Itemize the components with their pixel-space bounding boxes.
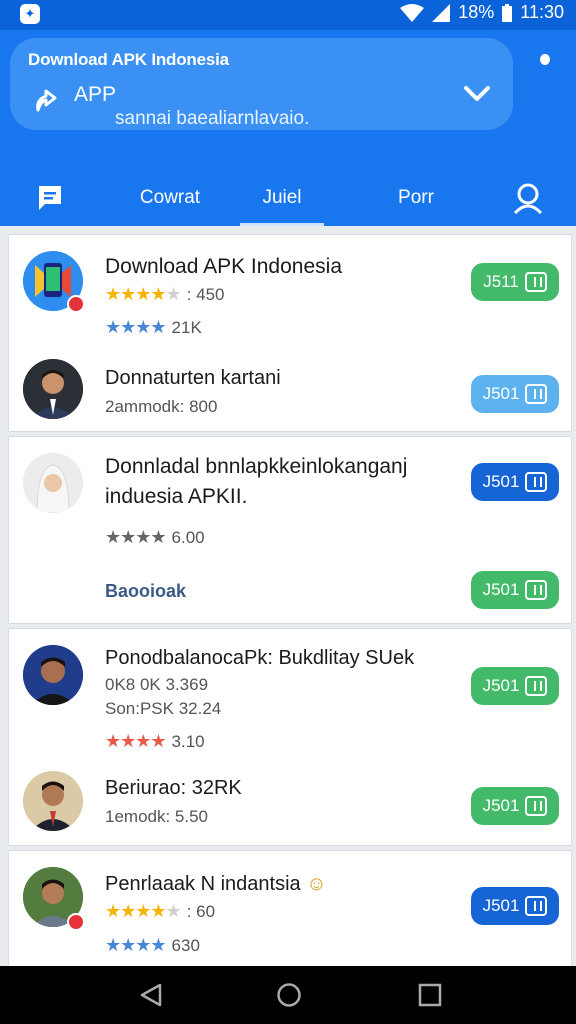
overflow-menu-icon[interactable] [540, 54, 550, 65]
app-card: Download APK Indonesia ★★★★★: 450 ★★★★ 21… [8, 234, 572, 432]
install-button[interactable]: J501 [471, 463, 559, 501]
header-subtitle: sannai baealiarnlavaio. [115, 108, 310, 129]
item-meta: Son:PSK 32.24 [105, 699, 222, 718]
item-name: Penrlaaak N indantsia ☺ [105, 873, 327, 895]
tab-label: Cowrat [139, 187, 201, 208]
back-icon[interactable] [138, 982, 164, 1008]
app-card[interactable]: Penrlaaak N indantsia ☺ ★★★★★: 60 ★★★★ 63… [8, 850, 572, 970]
avatar [23, 359, 83, 419]
item-meta: 0K8 0K 3.369 [105, 675, 209, 694]
install-button[interactable]: J501 [471, 787, 559, 825]
avatar [23, 771, 83, 831]
item-name: Donnaturten kartani [105, 367, 281, 389]
app-card[interactable]: Donnladal bnnlapkkeinlokanganj induesia … [8, 436, 572, 624]
rating-stars: ★★★★★: 450 [105, 284, 225, 304]
avatar [23, 645, 83, 705]
clock: 11:30 [520, 2, 564, 22]
status-icons: 18% 11:30 [400, 2, 564, 23]
install-button[interactable]: J501 [471, 667, 559, 705]
verified-badge-icon [67, 295, 85, 313]
list-item[interactable]: Beriurao: 32RK 1emodk: 5.50 J501 [9, 761, 573, 847]
tab-label: Porr [398, 187, 434, 208]
tab-porr[interactable]: Porr [380, 170, 452, 226]
chat-icon [39, 186, 61, 210]
install-icon [525, 796, 548, 816]
item-name: Beriurao: 32RK [105, 777, 242, 799]
app-card: PonodbalanocaPk: Bukdlitay SUek 0K8 0K 3… [8, 628, 572, 846]
item-name: PonodbalanocaPk: Bukdlitay SUek [105, 647, 415, 669]
wifi-icon [400, 3, 425, 22]
button-label: J501 [482, 472, 520, 491]
search-icon [513, 183, 543, 215]
share-icon[interactable] [32, 88, 60, 116]
item-name: Donnladal bnnlapkkeinlokanganj [105, 455, 408, 478]
install-icon [525, 472, 548, 492]
chevron-down-icon[interactable] [463, 84, 491, 104]
tab-cowrat[interactable]: Cowrat [120, 170, 220, 226]
rating-stars: ★★★★ 3.10 [105, 731, 205, 751]
rating-stars: ★★★★ 630 [105, 935, 200, 955]
button-label: J501 [482, 384, 520, 403]
rating-stars: ★★★★ 6.00 [105, 527, 205, 547]
header-title: APP [74, 83, 117, 106]
app-notification-icon: ✦ [20, 4, 40, 24]
button-label: J501 [482, 676, 520, 695]
install-icon [525, 676, 548, 696]
list-item[interactable]: PonodbalanocaPk: Bukdlitay SUek 0K8 0K 3… [9, 629, 573, 761]
item-meta: 1emodk: 5.50 [105, 807, 209, 826]
header-card[interactable]: Download APK Indonesia APP sannai baeali… [10, 38, 513, 130]
status-bar: ✦ 18% 11:30 [0, 0, 576, 30]
install-icon [525, 384, 548, 404]
list-item[interactable]: Download APK Indonesia ★★★★★: 450 ★★★★ 21… [9, 235, 573, 347]
verified-badge-icon [67, 913, 85, 931]
button-label: J501 [482, 896, 520, 915]
install-button[interactable]: J501 [471, 375, 559, 413]
tab-bar: Cowrat Juiel Porr [0, 170, 576, 226]
rating-stars: ★★★★★: 60 [105, 901, 216, 921]
item-meta: 2ammodk: 800 [105, 397, 218, 416]
emoji-icon: ☺ [306, 873, 327, 895]
button-label: J511 [483, 272, 519, 291]
button-label: J501 [482, 580, 520, 599]
tab-chat-icon[interactable] [20, 170, 80, 226]
item-name-continued: induesia APKII. [105, 485, 248, 508]
tab-search[interactable] [500, 170, 556, 226]
install-icon [525, 580, 548, 600]
app-bar: Download APK Indonesia APP sannai baeali… [0, 30, 576, 226]
signal-icon [432, 3, 451, 22]
avatar [23, 453, 83, 513]
system-nav-bar [0, 966, 576, 1024]
list-item[interactable]: Donnaturten kartani 2ammodk: 800 J501 [9, 347, 573, 433]
install-icon [524, 272, 547, 292]
button-label: J501 [482, 796, 520, 815]
battery-icon [502, 3, 513, 22]
tab-label: Juiel [262, 187, 302, 208]
tab-juiel[interactable]: Juiel [240, 170, 324, 226]
install-button[interactable]: J511 [471, 263, 559, 301]
app-name: Download APK Indonesia [105, 255, 342, 278]
recents-icon[interactable] [418, 983, 442, 1007]
home-icon[interactable] [276, 982, 302, 1008]
header-heading: Download APK Indonesia [28, 50, 229, 69]
active-tab-indicator [240, 223, 324, 226]
rating-stars: ★★★★ 21K [105, 317, 202, 337]
install-icon [525, 896, 548, 916]
install-button[interactable]: J501 [471, 887, 559, 925]
install-button[interactable]: J501 [471, 571, 559, 609]
more-link[interactable]: Baooioak [105, 581, 186, 602]
battery-percent: 18% [458, 2, 495, 22]
